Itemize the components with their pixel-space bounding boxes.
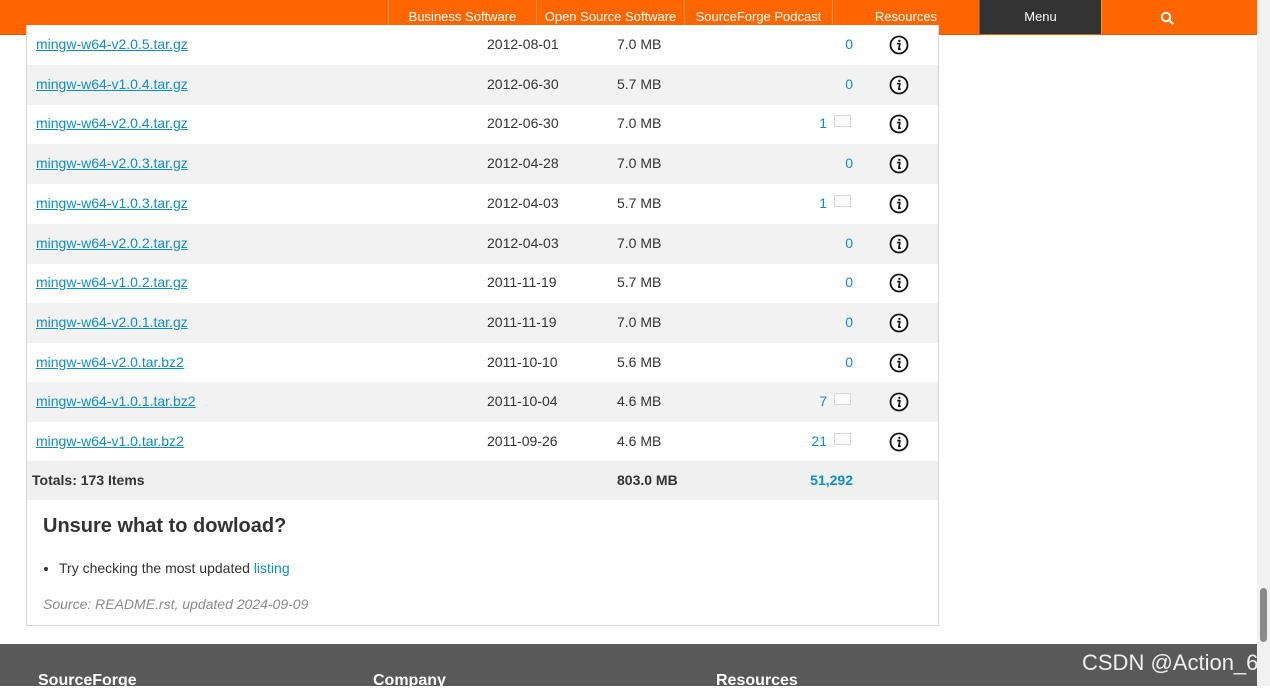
footer-col-sourceforge: SourceForge bbox=[38, 672, 137, 689]
file-size: 7.0 MB bbox=[617, 234, 662, 251]
file-downloads[interactable]: 0 bbox=[845, 76, 853, 92]
file-size: 7.0 MB bbox=[617, 155, 662, 172]
totals-row: Totals: 173 Items 803.0 MB 51,292 bbox=[27, 461, 938, 500]
file-name-link[interactable]: mingw-w64-v1.0.4.tar.gz bbox=[36, 76, 188, 92]
info-icon[interactable] bbox=[889, 432, 909, 452]
file-name-link[interactable]: mingw-w64-v2.0.5.tar.gz bbox=[36, 36, 188, 52]
file-downloads[interactable]: 0 bbox=[845, 314, 853, 330]
file-downloads[interactable]: 0 bbox=[845, 354, 853, 370]
totals-size: 803.0 MB bbox=[617, 472, 678, 488]
file-row: mingw-w64-v2.0.2.tar.gz 2012-04-03 7.0 MB 0 bbox=[27, 223, 938, 264]
file-downloads[interactable]: 1 bbox=[819, 115, 827, 131]
file-size: 4.6 MB bbox=[617, 393, 662, 410]
file-size: 5.7 MB bbox=[617, 194, 662, 211]
info-icon[interactable] bbox=[889, 392, 909, 412]
file-row: mingw-w64-v1.0.1.tar.bz2 2011-10-04 4.6 MB… bbox=[27, 382, 938, 423]
file-downloads[interactable]: 0 bbox=[845, 155, 853, 171]
file-date: 2012-06-30 bbox=[487, 115, 559, 132]
file-row: mingw-w64-v1.0.tar.bz2 2011-09-26 4.6 MB 21 bbox=[27, 422, 938, 462]
file-date: 2011-10-10 bbox=[487, 353, 558, 370]
footer-col-resources: Resources bbox=[716, 672, 798, 689]
file-row: mingw-w64-v1.0.2.tar.gz 2011-11-19 5.7 MB 0 bbox=[27, 263, 938, 303]
download-sparkline[interactable] bbox=[834, 194, 851, 207]
readme-source: Source: README.rst, updated 2024-09-09 bbox=[43, 596, 309, 612]
file-name-link[interactable]: mingw-w64-v2.0.1.tar.gz bbox=[36, 314, 188, 330]
file-size: 7.0 MB bbox=[617, 313, 662, 330]
scrollbar-thumb[interactable] bbox=[1260, 588, 1267, 642]
footer: SourceForge Company Resources bbox=[0, 644, 1257, 689]
file-size: 5.6 MB bbox=[617, 353, 662, 370]
info-icon[interactable] bbox=[889, 353, 909, 373]
readme-list: Try checking the most updated listing bbox=[43, 560, 903, 576]
file-date: 2012-06-30 bbox=[487, 75, 559, 92]
file-downloads[interactable]: 0 bbox=[845, 274, 853, 290]
footer-col-company: Company bbox=[373, 672, 446, 689]
file-name-link[interactable]: mingw-w64-v2.0.2.tar.gz bbox=[36, 235, 188, 251]
file-size: 7.0 MB bbox=[617, 36, 662, 52]
file-date: 2011-11-19 bbox=[487, 313, 557, 330]
search-icon bbox=[1160, 11, 1174, 25]
totals-downloads[interactable]: 51,292 bbox=[810, 472, 853, 488]
file-size: 7.0 MB bbox=[617, 115, 662, 132]
totals-label: Totals: 173 Items bbox=[32, 472, 145, 488]
nav-search-button[interactable] bbox=[1101, 0, 1231, 34]
info-icon[interactable] bbox=[889, 273, 909, 293]
file-size: 5.7 MB bbox=[617, 75, 662, 92]
file-date: 2011-09-26 bbox=[487, 433, 558, 449]
file-downloads[interactable]: 0 bbox=[845, 36, 853, 52]
file-row: mingw-w64-v2.0.5.tar.gz 2012-08-01 7.0 MB 0 bbox=[27, 25, 938, 65]
file-name-link[interactable]: mingw-w64-v2.0.tar.bz2 bbox=[36, 354, 184, 370]
download-sparkline[interactable] bbox=[834, 393, 851, 406]
file-row: mingw-w64-v2.0.tar.bz2 2011-10-10 5.6 MB 0 bbox=[27, 343, 938, 383]
info-icon[interactable] bbox=[889, 154, 909, 174]
file-row: mingw-w64-v2.0.3.tar.gz 2012-04-28 7.0 MB 0 bbox=[27, 144, 938, 185]
info-icon[interactable] bbox=[889, 114, 909, 134]
readme-section: Unsure what to dowload? Try checking the… bbox=[43, 515, 903, 612]
file-name-link[interactable]: mingw-w64-v1.0.3.tar.gz bbox=[36, 195, 188, 211]
watermark: CSDN @Action_6 bbox=[1082, 650, 1259, 675]
scrollbar-track[interactable] bbox=[1257, 0, 1270, 686]
download-sparkline[interactable] bbox=[834, 433, 851, 445]
readme-bullet-text: Try checking the most updated bbox=[59, 560, 254, 576]
readme-heading: Unsure what to dowload? bbox=[43, 515, 287, 537]
file-date: 2011-11-19 bbox=[487, 274, 557, 291]
file-date: 2012-04-03 bbox=[487, 234, 559, 251]
listing-link[interactable]: listing bbox=[254, 560, 290, 576]
file-size: 4.6 MB bbox=[617, 433, 662, 449]
info-icon[interactable] bbox=[889, 75, 909, 95]
file-name-link[interactable]: mingw-w64-v1.0.2.tar.gz bbox=[36, 274, 188, 290]
file-date: 2012-04-03 bbox=[487, 194, 559, 211]
info-icon[interactable] bbox=[889, 234, 909, 254]
download-sparkline[interactable] bbox=[834, 115, 851, 128]
file-row: mingw-w64-v1.0.4.tar.gz 2012-06-30 5.7 MB 0 bbox=[27, 64, 938, 105]
file-name-link[interactable]: mingw-w64-v2.0.4.tar.gz bbox=[36, 115, 188, 131]
info-icon[interactable] bbox=[889, 194, 909, 214]
info-icon[interactable] bbox=[889, 35, 909, 55]
file-date: 2012-04-28 bbox=[487, 155, 559, 172]
file-name-link[interactable]: mingw-w64-v1.0.tar.bz2 bbox=[36, 433, 184, 449]
readme-bullet: Try checking the most updated listing bbox=[59, 560, 903, 576]
file-name-link[interactable]: mingw-w64-v2.0.3.tar.gz bbox=[36, 155, 188, 171]
file-downloads[interactable]: 0 bbox=[845, 235, 853, 251]
file-downloads[interactable]: 21 bbox=[811, 433, 827, 449]
file-row: mingw-w64-v2.0.4.tar.gz 2012-06-30 7.0 MB 1 bbox=[27, 104, 938, 144]
file-date: 2012-08-01 bbox=[487, 36, 559, 52]
file-name-link[interactable]: mingw-w64-v1.0.1.tar.bz2 bbox=[36, 393, 196, 409]
file-size: 5.7 MB bbox=[617, 274, 662, 291]
file-date: 2011-10-04 bbox=[487, 393, 558, 410]
file-downloads[interactable]: 1 bbox=[819, 195, 827, 211]
file-downloads[interactable]: 7 bbox=[819, 393, 827, 409]
file-row: mingw-w64-v1.0.3.tar.gz 2012-04-03 5.7 MB 1 bbox=[27, 184, 938, 224]
info-icon[interactable] bbox=[889, 313, 909, 333]
file-row: mingw-w64-v2.0.1.tar.gz 2011-11-19 7.0 MB 0 bbox=[27, 302, 938, 343]
nav-menu[interactable]: Menu bbox=[979, 0, 1101, 34]
